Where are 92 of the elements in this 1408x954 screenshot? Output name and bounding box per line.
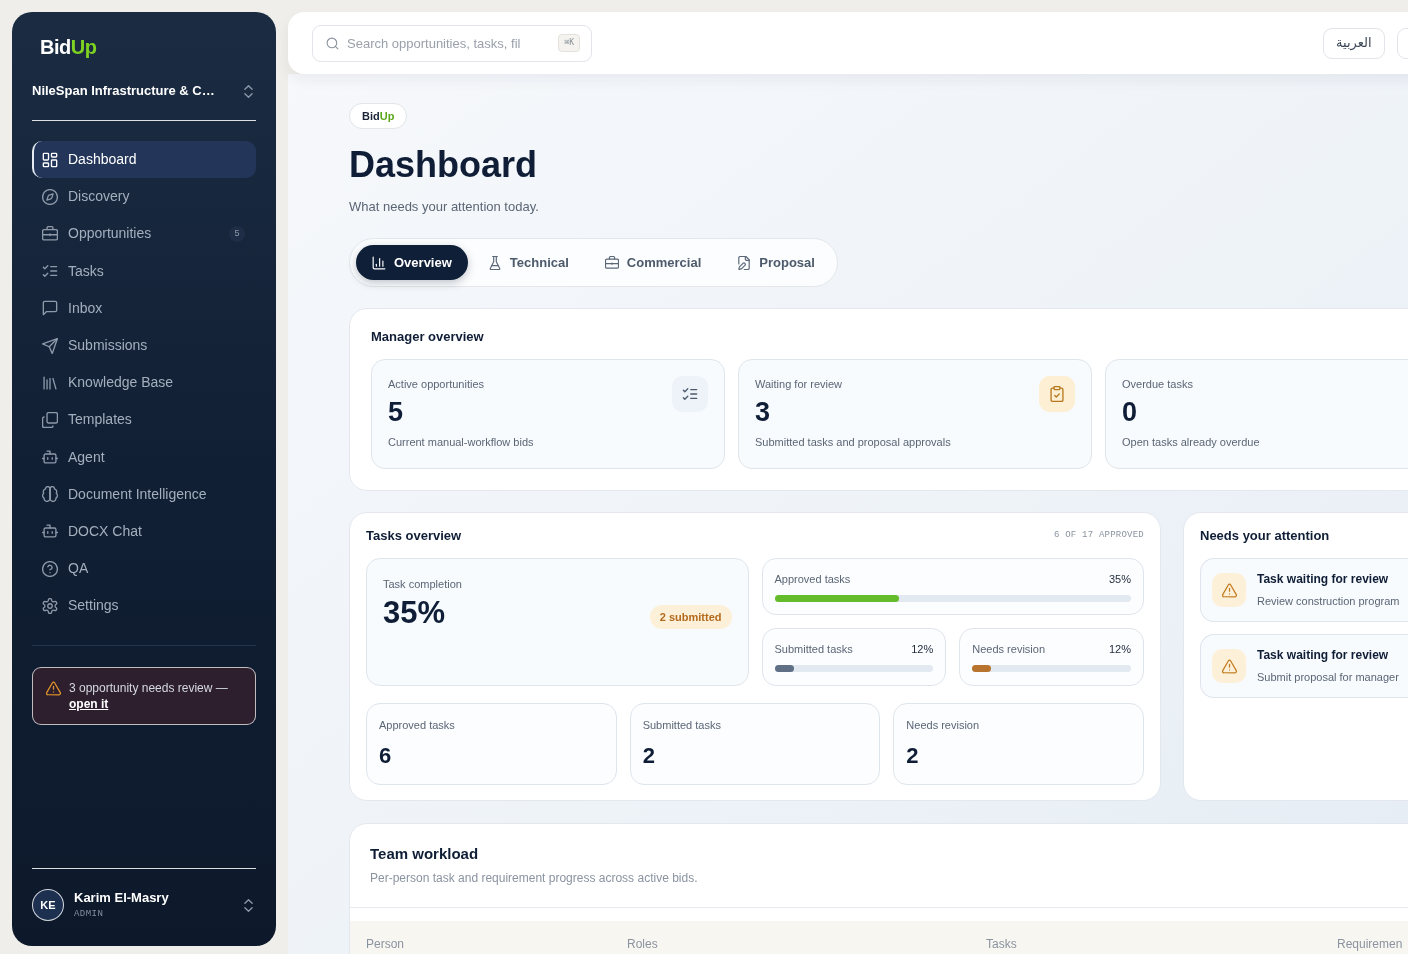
progress-label: Approved tasks (774, 572, 851, 587)
count-value: 2 (906, 743, 919, 769)
tab[interactable]: Technical (471, 245, 585, 280)
warning-icon (1212, 649, 1246, 683)
section-title: Tasks overview (366, 527, 462, 545)
stacked-pages-icon (42, 411, 58, 428)
page-title: Dashboard (349, 145, 538, 185)
count-badge: 5 (229, 225, 245, 242)
stat-value: 0 (1122, 397, 1138, 427)
search-icon (326, 36, 339, 50)
settings-icon (42, 597, 58, 614)
attention-title: Task waiting for review (1257, 571, 1389, 587)
robot-icon (42, 449, 58, 466)
stat-value: 5 (388, 397, 404, 427)
stat-description: Open tasks already overdue (1122, 435, 1260, 450)
stat-label: Active opportunities (388, 377, 484, 392)
language-button[interactable]: العربية (1323, 27, 1385, 59)
attention-title: Task waiting for review (1257, 647, 1389, 663)
robot-icon (42, 523, 58, 540)
brand-badge: BidUp (349, 103, 408, 129)
checklist-icon (42, 263, 58, 280)
stat-label: Overdue tasks (1122, 377, 1193, 392)
nav-item[interactable]: Inbox (32, 289, 256, 327)
nav-item[interactable]: Agent (32, 438, 256, 476)
chevrons-up-down-icon[interactable] (244, 898, 253, 912)
nav-item[interactable]: Submissions (32, 326, 256, 365)
grid-icon (42, 151, 58, 168)
section-title: Team workload (370, 844, 479, 864)
nav-item[interactable]: Knowledge Base (32, 364, 256, 402)
page-subtitle: What needs your attention today. (349, 198, 539, 216)
nav-item[interactable]: Dashboard (32, 141, 256, 179)
bar-chart-icon (372, 255, 386, 270)
open-link[interactable]: open it (69, 697, 109, 712)
workspace-switcher[interactable]: NileSpan Infrastructure & C… (32, 81, 256, 101)
briefcase-icon (42, 225, 58, 242)
nav-item[interactable]: Tasks (32, 252, 256, 290)
books-icon (42, 374, 58, 391)
avatar: KE (32, 889, 64, 921)
completion-label: Task completion (383, 577, 462, 592)
clipboard-check-icon (1039, 376, 1075, 412)
speech-bubble-icon (42, 300, 58, 317)
nav-item[interactable]: Opportunities 5 (32, 215, 256, 253)
count-label: Submitted tasks (642, 718, 721, 733)
progress-reading: 12% (911, 642, 934, 657)
tab[interactable]: Overview (356, 245, 468, 280)
approval-summary: 6 OF 17 APPROVED (1054, 529, 1144, 543)
progress-reading: 12% (1108, 642, 1131, 657)
nav-item[interactable]: Templates (32, 401, 256, 439)
section-title: Needs your attention (1200, 527, 1330, 545)
checklist-icon (672, 376, 708, 412)
tab[interactable]: Commercial (588, 245, 718, 280)
nav-item[interactable]: Settings (32, 587, 256, 625)
nav-item[interactable]: Discovery (32, 178, 256, 216)
nav-item[interactable]: DOCX Chat (32, 512, 256, 551)
completion-value: 35% (383, 595, 446, 631)
warning-icon (1212, 573, 1246, 607)
column-header: Roles (627, 936, 658, 952)
document-pencil-icon (737, 255, 752, 270)
stat-description: Current manual-workflow bids (388, 435, 534, 450)
count-value: 6 (379, 743, 392, 769)
attention-description: Submit proposal for manager (1257, 670, 1399, 685)
stat-value: 3 (755, 397, 771, 427)
nav-item[interactable]: Document Intelligence (32, 475, 256, 513)
submitted-badge: 2 submitted (649, 605, 732, 629)
stat-description: Submitted tasks and proposal approvals (755, 435, 951, 450)
stat-label: Waiting for review (755, 377, 842, 392)
tab[interactable]: Proposal (721, 245, 831, 280)
brain-icon (42, 486, 58, 503)
count-label: Approved tasks (379, 718, 455, 733)
user-role: ADMIN (74, 908, 104, 920)
section-description: Per-person task and requirement progress across active bids. (370, 870, 698, 886)
column-header: Tasks (986, 936, 1017, 952)
help-icon (42, 560, 58, 577)
count-label: Needs revision (906, 718, 980, 733)
paper-plane-icon (42, 337, 58, 354)
user-name: Karim El-Masry (74, 890, 169, 906)
count-value: 2 (642, 743, 655, 769)
compass-icon (42, 188, 58, 205)
progress-label: Submitted tasks (774, 642, 853, 657)
column-header: Person (366, 936, 405, 952)
logo: BidUp (39, 36, 97, 58)
progress-reading: 35% (1108, 572, 1131, 587)
chevrons-up-down-icon (244, 84, 253, 98)
column-header: Requiremen (1337, 936, 1403, 952)
attention-description: Review construction program (1257, 594, 1400, 609)
warning-icon (46, 681, 61, 697)
section-title: Manager overview (371, 328, 484, 346)
alert-message: 3 opportunity needs review — open it (69, 680, 229, 713)
progress-label: Needs revision (972, 642, 1045, 657)
briefcase-icon (604, 255, 619, 270)
flask-icon (487, 255, 502, 270)
nav-item[interactable]: QA (32, 550, 256, 588)
